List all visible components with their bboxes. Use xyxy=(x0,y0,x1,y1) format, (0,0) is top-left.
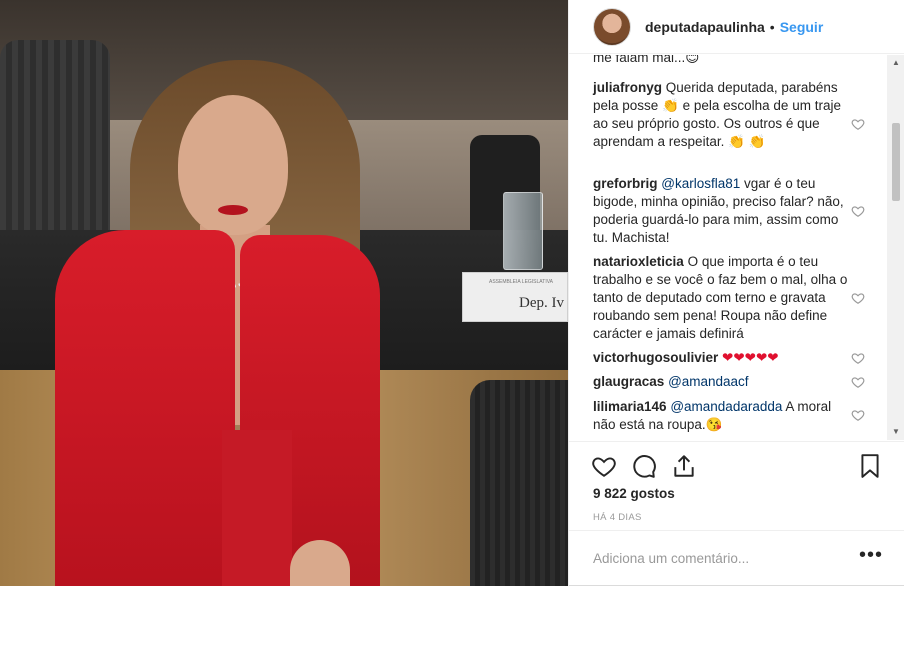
follow-button[interactable]: Seguir xyxy=(780,19,824,35)
photo-chair-front xyxy=(470,380,568,586)
comment-item: juliafronyg Querida deputada, parabéns p… xyxy=(593,79,849,151)
user-avatar[interactable] xyxy=(593,7,631,46)
comments-list[interactable]: me falam mal...😊 juliafronyg Querida dep… xyxy=(569,55,887,440)
nameplate-text: Dep. Iv xyxy=(519,295,564,311)
comment-like-heart-icon[interactable] xyxy=(851,408,865,422)
comment-username[interactable]: greforbrig xyxy=(593,176,658,191)
scroll-down-arrow-icon[interactable]: ▼ xyxy=(892,427,900,436)
comment-mention[interactable]: @amandaacf xyxy=(668,374,749,389)
post-sidebar: deputadapaulinha • Seguir me falam mal..… xyxy=(568,0,904,586)
instagram-post: ASSEMBLEIA LEGISLATIVA Dep. Iv deputadap… xyxy=(0,0,904,586)
comment-mention[interactable]: @karlosfla81 xyxy=(661,176,740,191)
share-icon[interactable] xyxy=(671,453,697,479)
comment-emoji: 😊 xyxy=(685,55,700,66)
header-separator: • xyxy=(769,18,775,35)
scrollbar-thumb[interactable] xyxy=(892,123,900,201)
comment-username[interactable]: victorhugosoulivier xyxy=(593,350,718,365)
like-heart-icon[interactable] xyxy=(591,453,617,479)
post-header: deputadapaulinha • Seguir xyxy=(569,0,904,54)
bookmark-icon[interactable] xyxy=(857,453,883,479)
nameplate-small-text: ASSEMBLEIA LEGISLATIVA xyxy=(489,279,554,285)
scroll-up-arrow-icon[interactable]: ▲ xyxy=(892,58,900,67)
comment-like-heart-icon[interactable] xyxy=(851,117,865,131)
likes-count[interactable]: 9 822 gostos xyxy=(593,486,675,501)
comment-item: victorhugosoulivier ❤❤❤❤❤ xyxy=(593,349,849,367)
comment-text: me falam mal... xyxy=(593,55,686,65)
post-photo[interactable]: ASSEMBLEIA LEGISLATIVA Dep. Iv xyxy=(0,0,568,586)
comment-item: natarioxleticia O que importa é o teu tr… xyxy=(593,253,849,343)
photo-jacket-left xyxy=(55,230,235,586)
comment-item: me falam mal...😊 xyxy=(593,55,849,67)
comment-text: ❤❤❤❤❤ xyxy=(722,350,779,366)
comments-scrollbar[interactable]: ▲ ▼ xyxy=(887,55,904,440)
comment-like-heart-icon[interactable] xyxy=(851,204,865,218)
comment-item: lilimaria146 @amandadaradda A moral não … xyxy=(593,398,849,434)
comment-username[interactable]: natarioxleticia xyxy=(593,254,684,269)
comment-username[interactable]: glaugracas xyxy=(593,374,664,389)
comment-username[interactable]: juliafronyg xyxy=(593,80,662,95)
comment-like-heart-icon[interactable] xyxy=(851,291,865,305)
comment-like-heart-icon[interactable] xyxy=(851,375,865,389)
header-username[interactable]: deputadapaulinha xyxy=(645,19,765,35)
add-comment-section: Adiciona um comentário... ••• xyxy=(569,530,904,586)
add-comment-input[interactable]: Adiciona um comentário... xyxy=(593,551,749,566)
more-options-icon[interactable]: ••• xyxy=(859,544,883,567)
photo-water-glass xyxy=(503,192,543,270)
comment-username[interactable]: lilimaria146 xyxy=(593,399,667,414)
comment-bubble-icon[interactable] xyxy=(631,453,657,479)
comment-mention[interactable]: @amandadaradda xyxy=(670,399,782,414)
photo-dress xyxy=(222,430,292,586)
photo-person-lips xyxy=(218,205,248,215)
comment-item: glaugracas @amandaacf xyxy=(593,373,849,391)
comment-item: greforbrig @karlosfla81 vgar é o teu big… xyxy=(593,175,849,247)
comment-like-heart-icon[interactable] xyxy=(851,351,865,365)
photo-nameplate: ASSEMBLEIA LEGISLATIVA Dep. Iv xyxy=(462,272,568,322)
post-actions-bar xyxy=(569,441,904,491)
post-timestamp[interactable]: HÁ 4 DIAS xyxy=(593,512,642,523)
